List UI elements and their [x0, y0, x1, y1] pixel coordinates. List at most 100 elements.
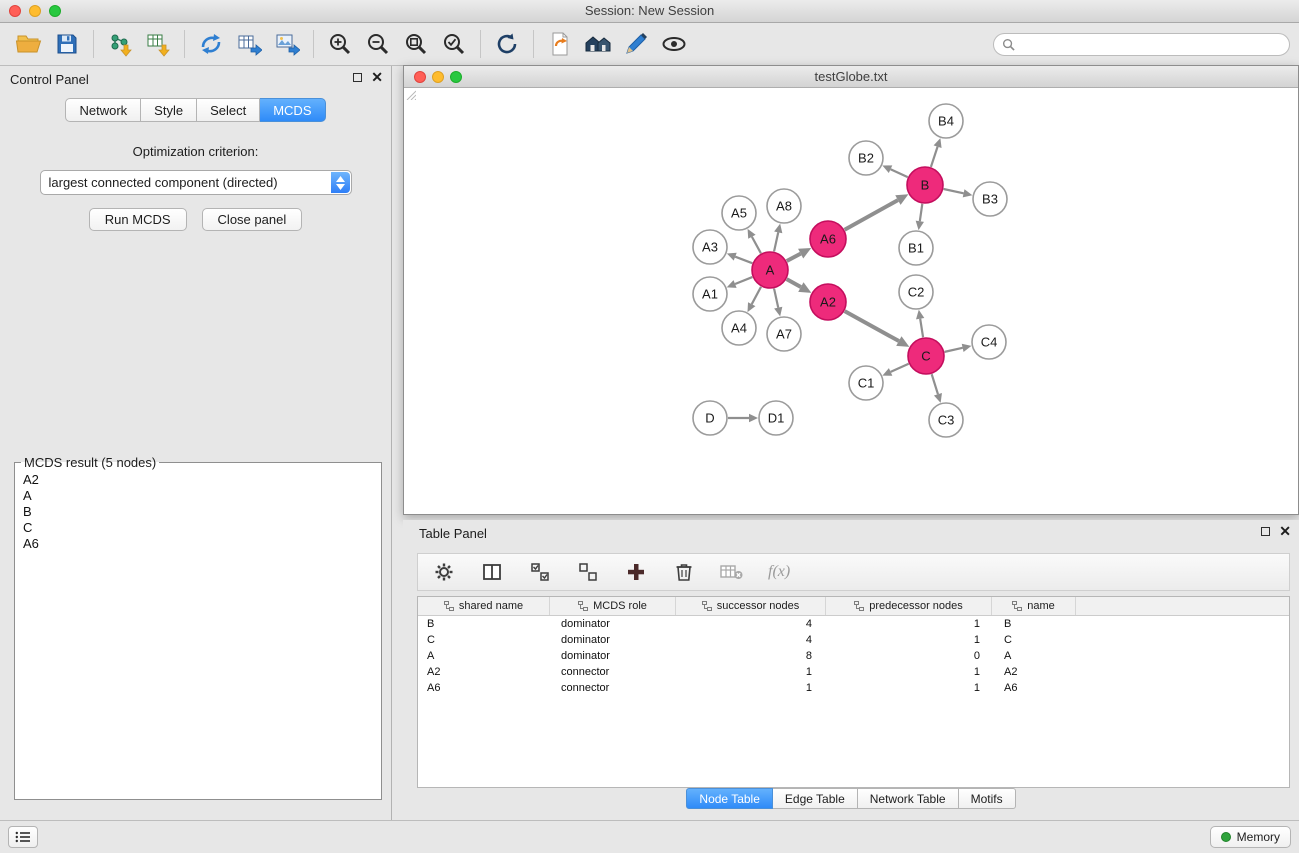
mcds-result-item[interactable]: A6	[21, 536, 375, 552]
zoom-in-icon[interactable]	[321, 28, 359, 60]
column-header-name[interactable]: name	[992, 597, 1076, 615]
app-titlebar[interactable]: Session: New Session	[0, 0, 1299, 23]
mcds-result-item[interactable]: A	[21, 488, 375, 504]
close-network-window-button[interactable]	[414, 71, 426, 83]
graph-edge-B-B3[interactable]	[944, 189, 964, 193]
deselect-all-icon[interactable]	[576, 560, 600, 584]
graph-edge-arrowhead	[962, 344, 972, 352]
table-row[interactable]: Adominator80A	[418, 648, 1289, 664]
table-row[interactable]: Bdominator41B	[418, 616, 1289, 632]
graph-node-label: C4	[981, 335, 998, 350]
export-image-icon[interactable]	[268, 28, 306, 60]
table-panel: Table Panel ✕ f(x) shared nameMCDS r	[403, 520, 1299, 816]
network-graph[interactable]: B4B2BB3A5A8A6B1A3AC2A1A2A4A7CC4C1C3DD1	[404, 88, 1298, 514]
resize-grip-icon[interactable]	[404, 88, 416, 100]
mcds-result-item[interactable]: B	[21, 504, 375, 520]
new-network-icon[interactable]	[192, 28, 230, 60]
graph-edge-A6-B[interactable]	[845, 200, 898, 230]
style-brush-icon[interactable]	[617, 28, 655, 60]
float-panel-icon[interactable]	[353, 73, 362, 82]
mcds-result-item[interactable]: A2	[21, 472, 375, 488]
minimize-network-window-button[interactable]	[432, 71, 444, 83]
network-canvas[interactable]: B4B2BB3A5A8A6B1A3AC2A1A2A4A7CC4C1C3DD1	[404, 88, 1298, 514]
graph-edge-B-B2[interactable]	[891, 169, 908, 177]
tab-style[interactable]: Style	[141, 98, 197, 122]
task-history-button[interactable]	[8, 826, 38, 848]
mcds-result-item[interactable]: C	[21, 520, 375, 536]
graph-edge-A-A2[interactable]	[787, 279, 801, 287]
memory-button[interactable]: Memory	[1210, 826, 1291, 848]
function-builder-icon[interactable]: f(x)	[768, 563, 790, 581]
table-settings-gear-icon[interactable]	[432, 560, 456, 584]
tab-network-table[interactable]: Network Table	[858, 788, 959, 809]
optimization-criterion-dropdown[interactable]: largest connected component (directed)	[40, 170, 352, 195]
run-mcds-button[interactable]: Run MCDS	[89, 208, 187, 231]
float-table-panel-icon[interactable]	[1261, 527, 1270, 536]
graph-edge-B-B1[interactable]	[920, 204, 922, 221]
table-row[interactable]: Cdominator41C	[418, 632, 1289, 648]
column-header-shared-name[interactable]: shared name	[418, 597, 550, 615]
graph-edge-C-C4[interactable]	[945, 348, 963, 352]
node-table-header: shared nameMCDS rolesuccessor nodesprede…	[418, 597, 1289, 616]
close-panel-button[interactable]: Close panel	[202, 208, 303, 231]
column-type-icon	[854, 601, 864, 611]
graph-edge-A2-C[interactable]	[845, 311, 899, 341]
table-cell: 1	[676, 664, 826, 680]
export-document-icon[interactable]	[541, 28, 579, 60]
minimize-window-button[interactable]	[29, 5, 41, 17]
zoom-fit-icon[interactable]	[397, 28, 435, 60]
dropdown-stepper-icon[interactable]	[331, 172, 350, 193]
create-column-icon[interactable]	[624, 560, 648, 584]
control-panel-header: Control Panel ✕	[0, 66, 391, 92]
show-column-icon[interactable]	[480, 560, 504, 584]
network-window-titlebar[interactable]: testGlobe.txt	[404, 66, 1298, 88]
column-header-predecessor-nodes[interactable]: predecessor nodes	[826, 597, 992, 615]
graph-edge-A-A5[interactable]	[752, 237, 761, 254]
tab-edge-table[interactable]: Edge Table	[773, 788, 858, 809]
graph-edge-A-A3[interactable]	[735, 257, 752, 264]
open-file-icon[interactable]	[10, 28, 48, 60]
tab-motifs[interactable]: Motifs	[959, 788, 1016, 809]
tab-mcds[interactable]: MCDS	[260, 98, 325, 122]
close-panel-icon[interactable]: ✕	[371, 72, 383, 82]
save-icon[interactable]	[48, 28, 86, 60]
delete-table-icon[interactable]	[720, 560, 744, 584]
table-cell: A6	[992, 680, 1076, 696]
zoom-out-icon[interactable]	[359, 28, 397, 60]
column-header-MCDS-role[interactable]: MCDS role	[550, 597, 676, 615]
maximize-window-button[interactable]	[49, 5, 61, 17]
maximize-network-window-button[interactable]	[450, 71, 462, 83]
column-header-successor-nodes[interactable]: successor nodes	[676, 597, 826, 615]
search-box[interactable]	[993, 33, 1290, 56]
search-input[interactable]	[1020, 38, 1270, 52]
graph-edge-A-A1[interactable]	[735, 277, 752, 284]
zoom-selected-icon[interactable]	[435, 28, 473, 60]
home-icon[interactable]	[579, 28, 617, 60]
eye-icon[interactable]	[655, 28, 693, 60]
table-row[interactable]: A2connector11A2	[418, 664, 1289, 680]
tab-network[interactable]: Network	[65, 98, 141, 122]
tab-node-table[interactable]: Node Table	[686, 788, 773, 809]
delete-column-trash-icon[interactable]	[672, 560, 696, 584]
import-network-file-icon[interactable]	[101, 28, 139, 60]
graph-edge-A-A4[interactable]	[752, 287, 761, 304]
column-type-icon	[702, 601, 712, 611]
tab-select[interactable]: Select	[197, 98, 260, 122]
select-all-icon[interactable]	[528, 560, 552, 584]
graph-edge-C-C1[interactable]	[891, 364, 909, 372]
close-window-button[interactable]	[9, 5, 21, 17]
export-table-icon[interactable]	[230, 28, 268, 60]
graph-edge-A-A7[interactable]	[774, 289, 778, 308]
graph-edge-C-C3[interactable]	[932, 374, 938, 394]
close-table-panel-icon[interactable]: ✕	[1279, 526, 1291, 536]
graph-edge-C-C2[interactable]	[920, 319, 923, 338]
graph-edge-A-A6[interactable]	[787, 254, 801, 261]
graph-edge-A-A8[interactable]	[774, 232, 778, 251]
refresh-icon[interactable]	[488, 28, 526, 60]
graph-edge-B-B4[interactable]	[931, 147, 938, 167]
graph-node-label: D1	[768, 411, 785, 426]
table-row[interactable]: A6connector11A6	[418, 680, 1289, 696]
graph-node-label: A6	[820, 232, 836, 247]
node-table[interactable]: shared nameMCDS rolesuccessor nodesprede…	[417, 596, 1290, 788]
import-table-file-icon[interactable]	[139, 28, 177, 60]
